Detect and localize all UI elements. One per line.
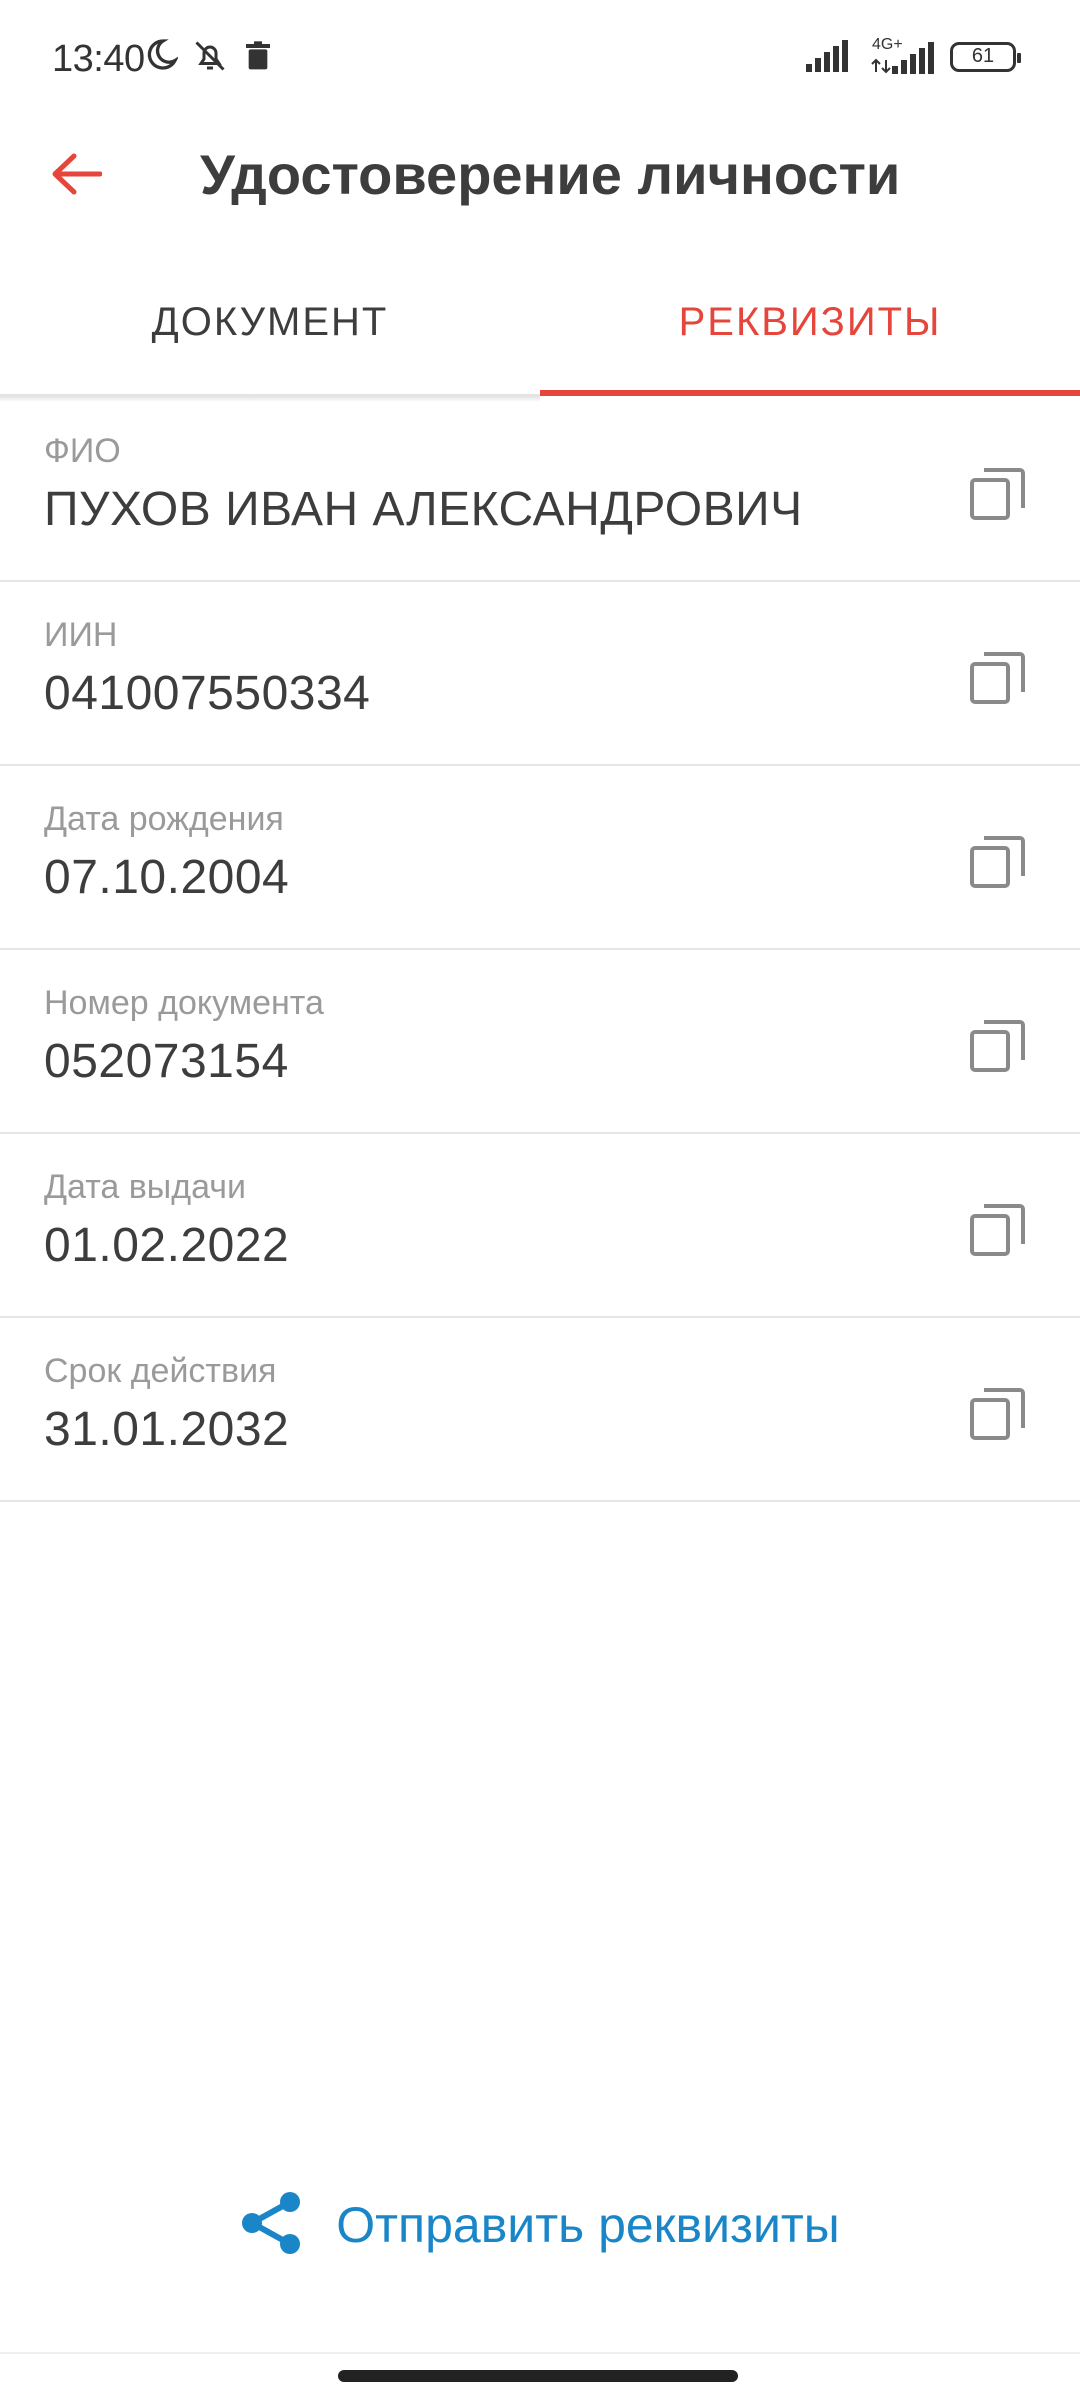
field-row-birth-date: Дата рождения 07.10.2004 <box>0 766 1080 950</box>
field-label: Дата рождения <box>44 800 284 838</box>
tab-document[interactable]: ДОКУМЕНТ <box>0 250 540 402</box>
field-row-issue-date: Дата выдачи 01.02.2022 <box>0 1134 1080 1318</box>
bell-off-icon <box>192 38 228 79</box>
field-label: Срок действия <box>44 1352 277 1390</box>
trash-icon <box>242 39 274 78</box>
network-indicator: 4G+ <box>868 36 938 76</box>
battery-icon: 61 <box>950 41 1021 72</box>
status-icons-left <box>142 38 274 79</box>
field-value: 31.01.2032 <box>44 1403 290 1456</box>
share-icon <box>240 2190 304 2261</box>
page-title: Удостоверение личности <box>200 143 901 206</box>
tab-bar: ДОКУМЕНТ РЕКВИЗИТЫ <box>0 250 1080 402</box>
back-button[interactable] <box>40 140 112 212</box>
field-value: 01.02.2022 <box>44 1219 290 1272</box>
copy-icon[interactable] <box>968 1384 1028 1444</box>
status-time: 13:40 <box>52 38 145 80</box>
send-requisites-label: Отправить реквизиты <box>336 2197 840 2253</box>
status-bar: 13:40 4G+ 61 <box>0 0 1080 120</box>
app-bar: Удостоверение личности <box>0 120 1080 230</box>
home-indicator[interactable] <box>338 2370 738 2382</box>
field-value: ПУХОВ ИВАН АЛЕКСАНДРОВИЧ <box>44 483 803 536</box>
field-label: ФИО <box>44 432 121 470</box>
field-label: Номер документа <box>44 984 324 1022</box>
battery-level: 61 <box>971 45 995 67</box>
field-row-full-name: ФИО ПУХОВ ИВАН АЛЕКСАНДРОВИЧ <box>0 398 1080 582</box>
divider <box>0 2352 1080 2354</box>
status-icons-right: 4G+ 61 <box>806 36 1021 77</box>
field-row-document-number: Номер документа 052073154 <box>0 950 1080 1134</box>
requisites-list: ФИО ПУХОВ ИВАН АЛЕКСАНДРОВИЧ ИИН 0410075… <box>0 398 1080 1502</box>
tab-requisites[interactable]: РЕКВИЗИТЫ <box>540 250 1080 396</box>
field-value: 052073154 <box>44 1035 289 1088</box>
copy-icon[interactable] <box>968 1016 1028 1076</box>
field-value: 07.10.2004 <box>44 851 290 904</box>
field-value: 041007550334 <box>44 667 371 720</box>
field-row-iin: ИИН 041007550334 <box>0 582 1080 766</box>
copy-icon[interactable] <box>968 464 1028 524</box>
field-label: Дата выдачи <box>44 1168 246 1206</box>
moon-icon <box>142 38 180 79</box>
field-label: ИИН <box>44 616 118 654</box>
arrow-left-icon <box>50 152 103 201</box>
copy-icon[interactable] <box>968 832 1028 892</box>
signal-icon <box>806 36 856 77</box>
copy-icon[interactable] <box>968 648 1028 708</box>
copy-icon[interactable] <box>968 1200 1028 1260</box>
field-row-expiry-date: Срок действия 31.01.2032 <box>0 1318 1080 1502</box>
send-requisites-button[interactable]: Отправить реквизиты <box>0 2180 1080 2270</box>
